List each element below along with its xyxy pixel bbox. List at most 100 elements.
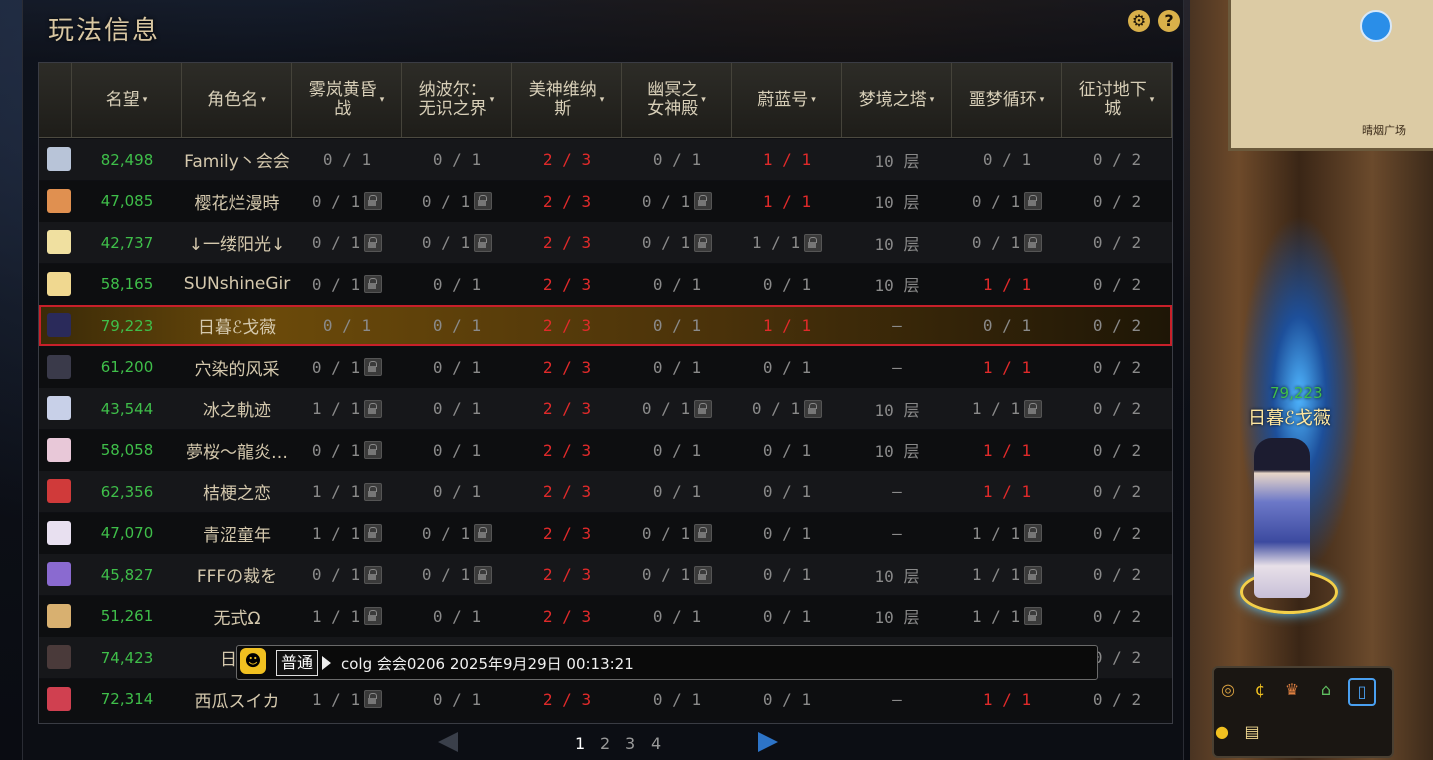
fame-value: 47,070 [100, 524, 154, 542]
help-icon[interactable]: ? [1158, 10, 1180, 32]
column-header-10[interactable]: 征讨地下 城 ▾ [1062, 63, 1172, 137]
progress-cell: 0 / 1 [402, 181, 512, 222]
progress-cell: 0 / 1 [292, 264, 402, 305]
character-avatar-icon [47, 354, 71, 379]
progress-value: 1 / 1 [971, 565, 1021, 584]
progress-cell: 0 / 1 [402, 471, 512, 512]
progress-value: 0 / 1 [322, 150, 372, 169]
progress-cell: 0 / 1 [732, 347, 842, 388]
column-header-0 [39, 63, 72, 137]
progress-cell: 0 / 1 [622, 513, 732, 554]
lock-icon [1024, 524, 1043, 542]
progress-cell: 0 / 1 [292, 222, 402, 263]
character-avatar-icon [47, 603, 71, 628]
progress-value: 1 / 1 [762, 150, 812, 169]
minimap-globe-icon[interactable] [1360, 10, 1392, 42]
table-row[interactable]: 62,356 桔梗之恋 1 / 1 0 / 1 2 / 3 0 / 1 0 / 1 – 1 / … [39, 471, 1172, 512]
progress-cell: 2 / 3 [512, 388, 622, 429]
lock-icon [364, 358, 383, 376]
progress-value: 2 / 3 [542, 440, 592, 460]
player-character[interactable] [1254, 438, 1310, 598]
progress-value: 0 / 1 [652, 150, 702, 169]
column-header-2[interactable]: 角色名 ▾ [182, 63, 292, 137]
column-header-9[interactable]: 噩梦循环 ▾ [952, 63, 1062, 137]
progress-value: 0 / 1 [982, 150, 1032, 169]
table-row[interactable]: 42,737 ↓一缕阳光↓ 0 / 1 0 / 1 2 / 3 0 / 1 1 / 1 10 … [39, 222, 1172, 263]
progress-value: 0 / 1 [641, 191, 691, 211]
lock-icon [364, 192, 383, 210]
fame-value: 58,165 [100, 275, 154, 293]
next-page-arrow-icon[interactable] [758, 732, 778, 752]
home-icon[interactable]: ⌂ [1314, 678, 1338, 702]
compass-icon[interactable]: ◎ [1216, 678, 1240, 702]
character-avatar-icon [47, 479, 71, 503]
table-row[interactable]: 82,498 Family丶会会 0 / 1 0 / 1 2 / 3 0 / 1 1 / 1… [39, 139, 1172, 180]
table-row[interactable]: 79,223 日暮ℰ戈薇 0 / 1 0 / 1 2 / 3 0 / 1 1 / 1 – 0 /… [39, 305, 1172, 346]
table-row[interactable]: 72,314 西瓜スイカ 1 / 1 0 / 1 2 / 3 0 / 1 0 / 1 – 1 /… [39, 678, 1172, 720]
column-header-label: 雾岚黄昏 战 [308, 80, 377, 119]
progress-value: 0 / 2 [1092, 648, 1142, 667]
progress-value: 10 层 [874, 193, 920, 212]
progress-value: 0 / 1 [971, 233, 1021, 252]
progress-value: 10 层 [874, 566, 920, 586]
sort-arrow-icon: ▾ [929, 94, 935, 105]
column-header-6[interactable]: 幽冥之 女神殿 ▾ [622, 63, 732, 137]
progress-cell: 0 / 2 [1062, 264, 1172, 305]
book-icon[interactable]: ▤ [1240, 720, 1264, 744]
character-avatar-icon [47, 147, 71, 171]
currency-icon[interactable]: ¢ [1248, 678, 1272, 702]
table-row[interactable]: 61,200 穴染的风采 0 / 1 0 / 1 2 / 3 0 / 1 0 / 1 – 1 /… [39, 346, 1172, 388]
column-header-1[interactable]: 名望 ▾ [72, 63, 182, 137]
page-4[interactable]: 4 [651, 734, 661, 753]
page-3[interactable]: 3 [625, 734, 635, 753]
table-row[interactable]: 47,085 樱花烂漫時 0 / 1 0 / 1 2 / 3 0 / 1 1 / 1 10 层… [39, 180, 1172, 222]
lock-icon [694, 192, 713, 210]
table-row[interactable]: 45,827 FFFの裁を 0 / 1 0 / 1 2 / 3 0 / 1 0 / 1 10 … [39, 554, 1172, 595]
progress-value: 0 / 1 [432, 482, 482, 501]
progress-value: 2 / 3 [542, 150, 592, 169]
progress-value: 0 / 1 [432, 150, 482, 169]
column-header-8[interactable]: 梦境之塔 ▾ [842, 63, 952, 137]
progress-cell: 0 / 1 [622, 679, 732, 720]
chat-face-icon: ☻ [240, 648, 266, 674]
progress-cell: 0 / 2 [1062, 139, 1172, 180]
progress-value: 0 / 1 [421, 523, 471, 543]
character-avatar-icon [47, 562, 71, 586]
progress-value: 1 / 1 [762, 316, 812, 335]
progress-cell: 0 / 1 [292, 430, 402, 471]
column-header-3[interactable]: 雾岚黄昏 战 ▾ [292, 63, 402, 137]
progress-cell: 10 层 [842, 554, 952, 595]
progress-cell: 0 / 1 [622, 347, 732, 388]
progress-value: 1 / 1 [982, 274, 1032, 294]
settings-gear-icon[interactable]: ⚙ [1128, 10, 1150, 32]
progress-value: 1 / 1 [982, 689, 1032, 709]
table-row[interactable]: 51,261 无式Ω 1 / 1 0 / 1 2 / 3 0 / 1 0 / 1 10 层 1 … [39, 595, 1172, 637]
table-row[interactable]: 43,544 冰之軌迹 1 / 1 0 / 1 2 / 3 0 / 1 0 / 1 10 层 1… [39, 388, 1172, 429]
fame-value: 82,498 [100, 150, 154, 169]
character-avatar-icon [47, 396, 71, 420]
page-1[interactable]: 1 [575, 734, 585, 753]
progress-cell: 1 / 1 [952, 679, 1062, 720]
chat-channel-tag[interactable]: 普通 [276, 650, 319, 676]
prev-page-arrow-icon[interactable] [438, 732, 458, 752]
table-row[interactable]: 47,070 青涩童年 1 / 1 0 / 1 2 / 3 0 / 1 0 / 1 – 1 / … [39, 512, 1172, 554]
table-row[interactable]: 58,165 SUNshineGir 0 / 1 0 / 1 2 / 3 0 / 1 0 /… [39, 263, 1172, 305]
column-header-7[interactable]: 蔚蓝号 ▾ [732, 63, 842, 137]
progress-value: – [892, 482, 902, 501]
card-icon[interactable]: ▯ [1348, 678, 1376, 706]
column-header-5[interactable]: 美神维纳 斯 ▾ [512, 63, 622, 137]
crown-icon[interactable]: ♛ [1280, 678, 1304, 702]
character-avatar-icon [47, 230, 71, 254]
progress-cell: 0 / 1 [402, 139, 512, 180]
table-row[interactable]: 58,058 夢桜～龍炎… 0 / 1 0 / 1 2 / 3 0 / 1 0 / 1 10 … [39, 429, 1172, 471]
lock-icon [1024, 233, 1043, 252]
panel-title: 玩法信息 [48, 16, 161, 46]
column-header-4[interactable]: 纳波尔： 无识之界 ▾ [402, 63, 512, 137]
location-pin-icon[interactable]: ● [1210, 720, 1234, 744]
progress-value: 10 层 [874, 151, 920, 171]
page-2[interactable]: 2 [600, 734, 610, 753]
progress-cell: 1 / 1 [292, 596, 402, 637]
progress-value: 0 / 1 [762, 440, 812, 460]
progress-cell: 0 / 1 [622, 430, 732, 471]
table-header: 名望 ▾ 角色名 ▾ 雾岚黄昏 战 ▾ 纳波尔： 无识之界 ▾ 美神维纳 斯 ▾ 幽冥之 女神殿 ▾ 蔚… [39, 63, 1172, 138]
